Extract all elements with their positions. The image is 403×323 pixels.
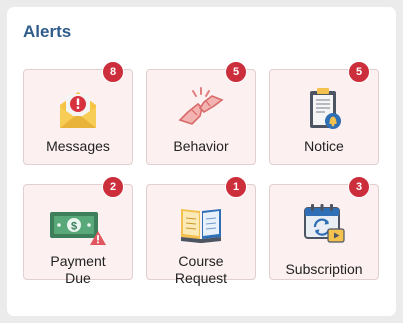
- behavior-count-badge: 5: [225, 61, 247, 83]
- payment-due-tile[interactable]: 2 $ Payment Due: [23, 176, 133, 286]
- course-request-tile[interactable]: 1 Course Request: [146, 176, 256, 286]
- calendar-renew-icon: [304, 204, 345, 243]
- subscription-label: Subscription: [285, 261, 363, 277]
- course-request-label-line2: Request: [174, 270, 228, 286]
- alerts-card: Alerts 8 Messages 5 Behavior 5 Notice 2 …: [7, 7, 396, 316]
- banknote-warning-icon: $: [50, 212, 106, 245]
- envelope-alert-icon: [60, 92, 96, 128]
- payment-due-label: Payment Due: [24, 253, 132, 287]
- subscription-count-badge: 3: [348, 176, 370, 198]
- fist-bump-icon: [178, 87, 224, 125]
- subscription-tile[interactable]: 3 Subscription: [269, 176, 379, 280]
- payment-due-label-line1: Payment: [50, 253, 106, 269]
- payment-due-label-line2: Due: [65, 270, 91, 286]
- behavior-label: Behavior: [173, 138, 229, 154]
- notice-count-badge: 5: [348, 61, 370, 83]
- course-request-label: Course Request: [147, 253, 255, 287]
- course-request-count-badge: 1: [225, 176, 247, 198]
- alerts-title: Alerts: [23, 22, 72, 41]
- notice-label: Notice: [304, 138, 344, 154]
- messages-tile[interactable]: 8 Messages: [23, 61, 133, 165]
- open-book-icon: [181, 209, 221, 243]
- clipboard-bell-icon: [310, 88, 341, 129]
- behavior-tile[interactable]: 5 Behavior: [146, 61, 256, 165]
- svg-text:$: $: [71, 221, 77, 233]
- notice-tile[interactable]: 5 Notice: [269, 61, 379, 165]
- course-request-label-line1: Course: [178, 253, 224, 269]
- messages-count-badge: 8: [102, 61, 124, 83]
- messages-label: Messages: [46, 138, 110, 154]
- payment-due-count-badge: 2: [102, 176, 124, 198]
